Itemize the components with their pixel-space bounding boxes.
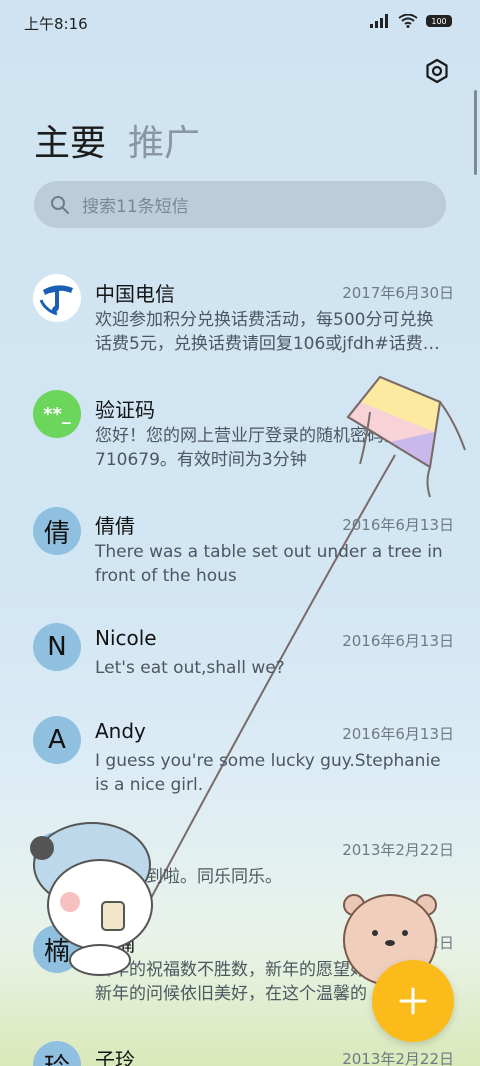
search-icon <box>51 195 69 214</box>
battery-icon: 100 <box>426 15 452 27</box>
conversation-row-qianqian[interactable]: 倩 倩倩 2016年6月13日 There was a table set ou… <box>0 490 480 600</box>
scrollbar[interactable] <box>474 90 477 175</box>
contact-name: 验证码 <box>95 398 155 422</box>
message-preview: 欢迎参加积分兑换话费活动，每500分可兑换话费5元，兑换话费请回复106或jfd… <box>95 310 440 354</box>
avatar: **_ <box>33 390 81 438</box>
contact-name: 中国电信 <box>95 282 175 306</box>
avatar: 倩 <box>33 507 81 555</box>
message-date: 2017年6月30日 <box>342 284 454 302</box>
status-time: 上午8:16 <box>24 15 88 33</box>
message-date: 2013年2月22日 <box>342 841 454 859</box>
search-input[interactable]: 搜索11条短信 <box>82 192 189 217</box>
message-date: 2016年6月13日 <box>342 516 454 534</box>
message-preview: 嗯，收到啦。同乐同乐。 <box>95 867 282 887</box>
avatar: 楠 <box>33 925 81 973</box>
contact-name: 子玲 <box>95 1048 135 1066</box>
message-date: 2013年2月22日 <box>342 934 454 952</box>
message-preview: There was a table set out under a tree i… <box>95 542 443 586</box>
tab-bar: 主要 推广 <box>34 114 200 166</box>
conversation-row-china-telecom[interactable]: 中国电信 2017年6月30日 欢迎参加积分兑换话费活动，每500分可兑换话费5… <box>0 258 480 368</box>
plus-icon <box>399 987 427 1015</box>
message-preview: Let's eat out,shall we? <box>95 658 285 678</box>
message-date: 2013年2月22日 <box>342 1050 454 1066</box>
contact-name: Nicole <box>95 626 157 650</box>
conversation-row-andy[interactable]: A Andy 2016年6月13日 I guess you're some lu… <box>0 699 480 809</box>
avatar: A <box>33 716 81 764</box>
tab-promotions[interactable]: 推广 <box>128 114 200 166</box>
settings-icon[interactable] <box>424 58 450 84</box>
status-bar: 上午8:16 100 <box>0 0 480 44</box>
contact-name: 燕婷 <box>95 839 135 863</box>
new-message-button[interactable] <box>372 960 454 1042</box>
contact-name: 紫楠 <box>95 932 135 956</box>
contact-name: Andy <box>95 719 146 743</box>
search-bar[interactable]: 搜索11条短信 <box>34 181 446 228</box>
contact-name: 倩倩 <box>95 514 135 538</box>
china-telecom-logo-icon <box>33 274 81 322</box>
message-date: 2016年6月13日 <box>342 725 454 743</box>
message-preview: I guess you're some lucky guy.Stephanie … <box>95 751 441 795</box>
conversation-row-yanting[interactable]: 婷 燕婷 2013年2月22日 嗯，收到啦。同乐同乐。 <box>0 815 480 905</box>
signal-icon <box>370 14 388 28</box>
tab-primary[interactable]: 主要 <box>34 114 106 166</box>
avatar: 婷 <box>33 832 81 880</box>
wifi-icon <box>398 14 418 28</box>
message-date: 2016年6月13日 <box>342 632 454 650</box>
avatar: 玲 <box>33 1041 81 1066</box>
conversation-row-nicole[interactable]: N Nicole 2016年6月13日 Let's eat out,shall … <box>0 606 480 696</box>
kite-illustration <box>346 375 466 498</box>
avatar: N <box>33 623 81 671</box>
status-icons: 100 <box>370 14 452 28</box>
